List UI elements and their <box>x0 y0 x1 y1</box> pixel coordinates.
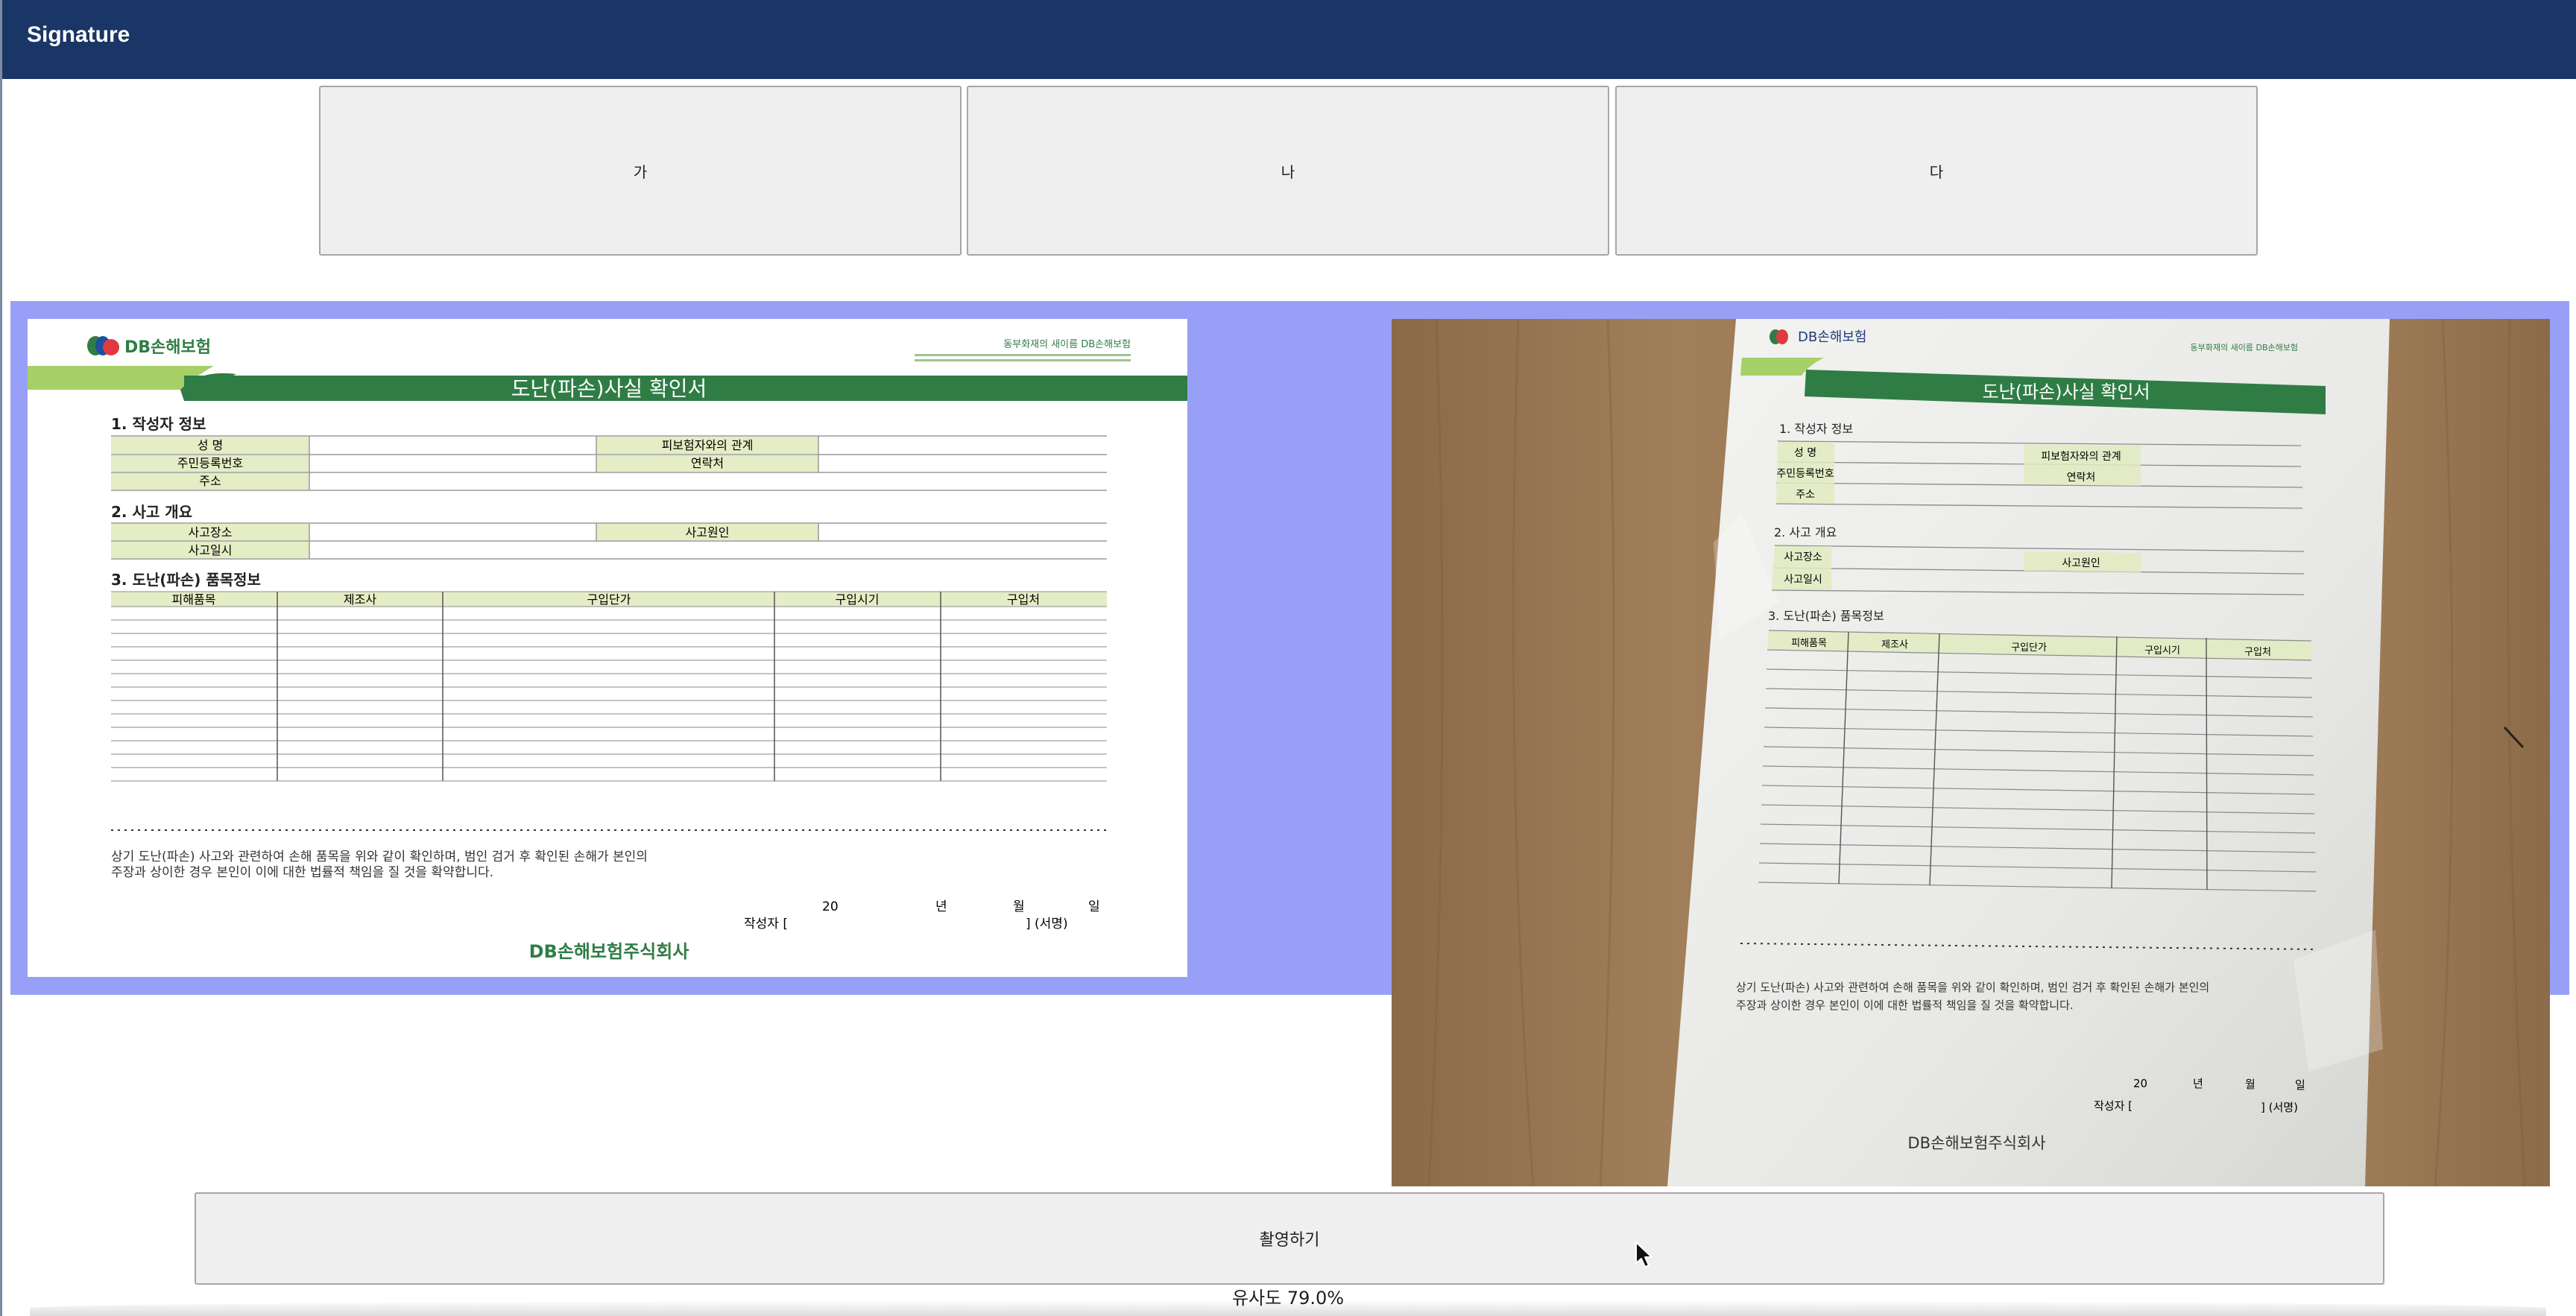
capture-button[interactable]: 촬영하기 <box>195 1192 2384 1285</box>
column-item: 피해품목 <box>172 592 216 607</box>
date-year-unit: 년 <box>935 899 947 914</box>
column-price: 구입단가 <box>587 592 631 607</box>
camera-column-maker: 제조사 <box>1881 639 1908 651</box>
camera-field-id: 주민등록번호 <box>1776 468 1834 480</box>
camera-section-writer: 1. 작성자 정보 <box>1779 422 1853 436</box>
camera-section-items: 3. 도난(파손) 품목정보 <box>1768 609 1884 623</box>
form-title: 도난(파손)사실 확인서 <box>511 376 707 401</box>
camera-form-brand: DB손해보험 <box>1798 329 1866 345</box>
field-datetime-label: 사고일시 <box>189 543 233 557</box>
camera-frame-drawing: DB손해보험 동부화재의 새이름 DB손해보험 도난(파손)사실 확인서 1. … <box>1392 319 2550 1186</box>
app-title: Signature <box>27 22 130 47</box>
camera-field-relation: 피보험자와의 관계 <box>2041 451 2121 463</box>
field-id-label: 주민등록번호 <box>177 456 243 470</box>
captured-paper: DB손해보험 동부화재의 새이름 DB손해보험 도난(파손)사실 확인서 1. … <box>1667 319 2390 1186</box>
camera-signer-label: 작성자 [ <box>2094 1099 2133 1113</box>
signer-label: 작성자 [ <box>744 917 788 931</box>
field-place-label: 사고장소 <box>189 525 233 540</box>
field-address-label: 주소 <box>199 474 221 488</box>
reference-form-drawing: DB손해보험 동부화재의 새이름 DB손해보험 도난(파손)사실 확인서 1. … <box>28 336 1187 962</box>
camera-field-contact: 연락처 <box>2067 472 2096 484</box>
camera-field-cause: 사고원인 <box>2062 557 2100 569</box>
camera-field-address: 주소 <box>1796 489 1815 501</box>
camera-field-name: 성 명 <box>1794 447 1816 459</box>
date-year: 20 <box>822 899 839 914</box>
column-maker: 제조사 <box>344 592 376 607</box>
camera-date-month-unit: 월 <box>2245 1078 2255 1091</box>
reference-form: DB손해보험 동부화재의 새이름 DB손해보험 도난(파손)사실 확인서 1. … <box>28 319 1187 977</box>
camera-signer-suffix: ] (서명) <box>2261 1101 2298 1114</box>
camera-field-place: 사고장소 <box>1784 551 1822 563</box>
statement-line-2: 주장과 상이한 경우 본인이 이에 대한 법률적 책임을 질 것을 확약합니다. <box>111 865 493 880</box>
form-slogan: 동부화재의 새이름 DB손해보험 <box>1003 339 1131 350</box>
db-logo-icon <box>87 336 119 355</box>
camera-column-price: 구입단가 <box>2011 642 2047 654</box>
camera-db-logo-icon <box>1770 329 1788 344</box>
column-store: 구입처 <box>1007 592 1040 607</box>
statement-line-1: 상기 도난(파손) 사고와 관련하여 손해 품목을 위와 같이 확인하며, 범인… <box>111 850 648 864</box>
date-month-unit: 월 <box>1013 899 1025 914</box>
app-window: Signature 가 나 다 DB손해보험 동부화재의 새이름 DB손해보험 … <box>0 0 2576 1316</box>
field-cause-label: 사고원인 <box>686 525 730 540</box>
mouse-cursor-icon <box>1635 1241 1652 1268</box>
option-button-ga[interactable]: 가 <box>319 86 962 256</box>
header-bar: Signature <box>0 0 2576 79</box>
camera-column-item: 피해품목 <box>1791 638 1827 649</box>
camera-form-title: 도난(파손)사실 확인서 <box>1982 382 2150 402</box>
camera-column-date: 구입시기 <box>2144 645 2180 657</box>
section-items-title: 3. 도난(파손) 품목정보 <box>111 571 261 589</box>
camera-company-name: DB손해보험주식회사 <box>1907 1134 2045 1152</box>
window-edge <box>0 0 2 1316</box>
option-button-na[interactable]: 나 <box>967 86 1609 256</box>
camera-column-store: 구입처 <box>2244 647 2271 658</box>
window-bottom-shadow <box>30 1300 2546 1316</box>
field-contact-label: 연락처 <box>691 456 724 470</box>
date-day-unit: 일 <box>1088 899 1100 914</box>
column-date: 구입시기 <box>836 592 880 607</box>
signer-suffix: ] (서명) <box>1026 917 1068 931</box>
field-relation-label: 피보험자와의 관계 <box>662 438 754 452</box>
camera-section-accident: 2. 사고 개요 <box>1774 525 1837 540</box>
camera-preview: DB손해보험 동부화재의 새이름 DB손해보험 도난(파손)사실 확인서 1. … <box>1392 319 2550 1186</box>
camera-statement-line-2: 주장과 상이한 경우 본인이 이에 대한 법률적 책임을 질 것을 확약합니다. <box>1736 999 2074 1012</box>
camera-statement-line-1: 상기 도난(파손) 사고와 관련하여 손해 품목을 위와 같이 확인하며, 범인… <box>1736 981 2209 994</box>
camera-date-day-unit: 일 <box>2295 1078 2305 1092</box>
form-brand: DB손해보험 <box>124 338 211 357</box>
camera-form-slogan: 동부화재의 새이름 DB손해보험 <box>2191 342 2298 352</box>
option-button-da[interactable]: 다 <box>1615 86 2258 256</box>
section-writer-title: 1. 작성자 정보 <box>111 415 206 433</box>
field-name-label: 성 명 <box>198 438 224 452</box>
camera-field-datetime: 사고일시 <box>1784 574 1822 586</box>
camera-date-year: 20 <box>2133 1077 2147 1090</box>
company-name: DB손해보험주식회사 <box>529 941 689 962</box>
section-accident-title: 2. 사고 개요 <box>111 503 192 521</box>
camera-date-year-unit: 년 <box>2193 1077 2203 1090</box>
